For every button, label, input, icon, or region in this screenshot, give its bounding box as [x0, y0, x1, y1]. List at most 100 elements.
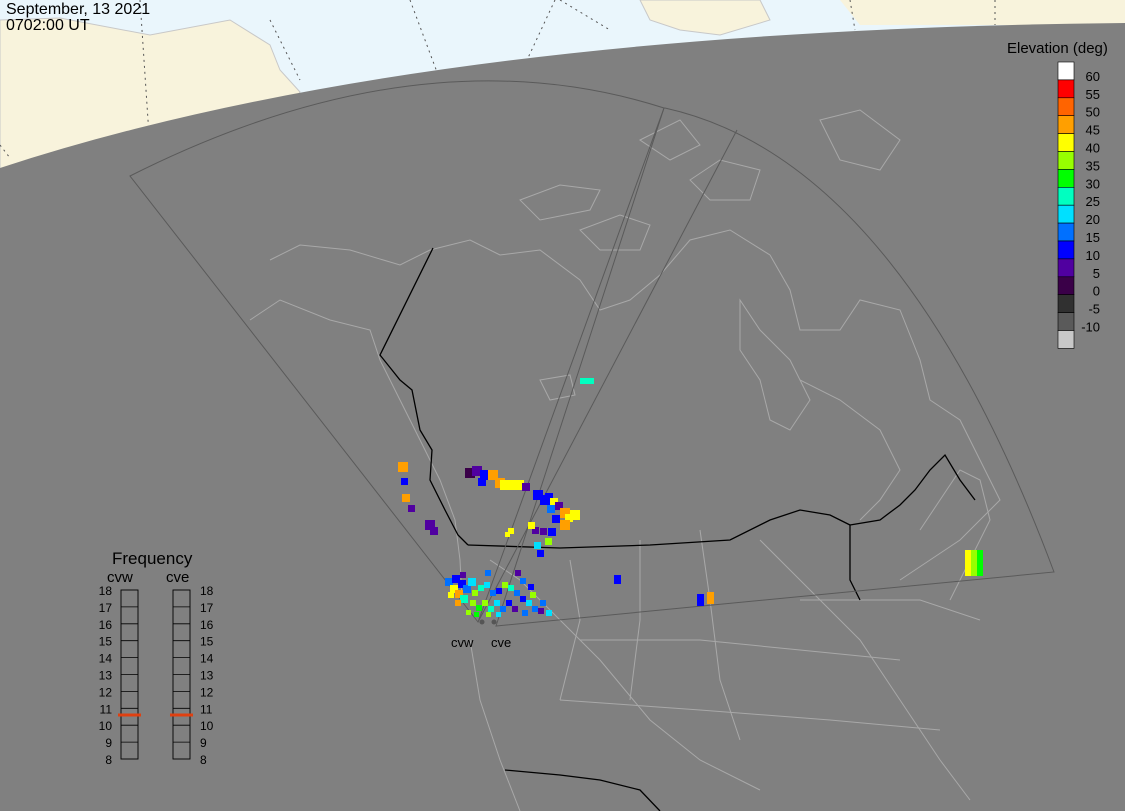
echo-cell [540, 600, 546, 606]
echo-cell [401, 478, 408, 485]
day-land-east [840, 0, 1125, 25]
echo-cell [545, 538, 552, 545]
frequency-tick-right: 16 [200, 618, 214, 632]
echo-cell [484, 582, 490, 588]
frequency-tick-left: 8 [105, 753, 112, 767]
echo-cell [965, 550, 971, 576]
map-figure: 60 55 50 45 40 35 30 25 20 15 10 5 0 -5 -10 18 18 17 17 16… [0, 0, 1125, 811]
colorbar-tick-label: -10 [1081, 320, 1100, 335]
colorbar-swatch [1057, 222, 1075, 242]
echo-cell [528, 584, 534, 590]
echo-cell [508, 585, 514, 591]
frequency-tick-left: 14 [99, 652, 113, 666]
colorbar-swatch [1057, 115, 1075, 134]
echo-cell [430, 527, 438, 535]
echo-cell [514, 590, 520, 596]
echo-cell [486, 612, 491, 617]
colorbar-swatch [1057, 97, 1075, 117]
echo-cell [478, 585, 484, 591]
frequency-tick-right: 9 [200, 736, 207, 750]
colorbar-tick-label: 20 [1086, 212, 1100, 227]
colorbar-swatch [1057, 79, 1075, 99]
echo-cell [470, 600, 476, 606]
colorbar-swatch [1057, 330, 1075, 349]
colorbar-swatch [1057, 258, 1075, 278]
echo-cell [494, 600, 500, 606]
echo-cell [500, 606, 506, 612]
echo-cell [476, 605, 482, 611]
colorbar-swatch [1057, 169, 1075, 188]
echo-cell [505, 532, 510, 537]
frequency-tick-left: 16 [99, 618, 113, 632]
echo-cell [520, 596, 526, 602]
echo-cell [614, 575, 621, 584]
echo-cell [540, 528, 547, 535]
echo-cell [468, 578, 476, 586]
echo-cell [971, 550, 977, 576]
frequency-tick-right: 10 [200, 719, 214, 733]
frequency-tick-right: 18 [200, 584, 214, 598]
site-label-cvw: cvw [451, 635, 474, 650]
echo-cell [488, 606, 494, 612]
frequency-tick-right: 14 [200, 652, 214, 666]
echo-cell [537, 550, 544, 557]
echo-cell [472, 590, 478, 596]
frequency-tick-left: 13 [99, 669, 113, 683]
colorbar-tick-label: 5 [1093, 266, 1100, 281]
echo-cell [530, 592, 536, 598]
echo-cell [552, 515, 560, 523]
echo-cell [448, 592, 454, 598]
echo-cell [463, 585, 471, 593]
frequency-tick-left: 10 [99, 719, 113, 733]
colorbar-swatch [1057, 187, 1075, 206]
frequency-tick-left: 15 [99, 635, 113, 649]
frequency-tick-right: 17 [200, 601, 214, 615]
colorbar-swatch [1057, 240, 1075, 260]
frequency-tick-left: 18 [99, 584, 113, 598]
colorbar-tick-label: 60 [1086, 69, 1100, 84]
echo-cell [528, 522, 535, 529]
echo-cell [522, 483, 530, 491]
echo-cell [697, 594, 704, 606]
echo-cell [512, 606, 518, 612]
colorbar-tick-label: 40 [1086, 141, 1100, 156]
echo-cell [547, 505, 555, 513]
colorbar-top-swatch [1057, 61, 1075, 81]
echo-cell [707, 592, 714, 604]
echo-cell [538, 608, 544, 614]
colorbar-tick-label: 50 [1086, 105, 1100, 120]
echo-cell [478, 478, 486, 486]
colorbar-tick-label: -5 [1088, 302, 1100, 317]
colorbar-tick-label: 35 [1086, 158, 1100, 173]
frequency-tick-left: 12 [99, 685, 113, 699]
colorbar-tick-label: 15 [1086, 230, 1100, 245]
colorbar-tick-label: 0 [1093, 284, 1100, 299]
map-canvas: 605550454035302520151050-5-10 18 1817 1716… [0, 0, 1125, 811]
frequency-tick-left: 9 [105, 736, 112, 750]
echo-cell [408, 505, 415, 512]
frequency-tick-left: 11 [100, 702, 113, 716]
date-label: September, 13 2021 [6, 1, 151, 18]
echo-cell [506, 600, 512, 606]
colorbar-tick-label: 55 [1086, 87, 1100, 102]
colorbar-swatch [1057, 151, 1075, 170]
colorbar-swatch [1057, 204, 1075, 224]
echo-cell [505, 480, 515, 490]
echo-cell [496, 612, 501, 617]
echo-cell [402, 494, 410, 502]
colorbar-tick-label: 25 [1086, 194, 1100, 209]
echo-cell [520, 578, 526, 584]
echo-cell [460, 572, 466, 578]
frequency-tick-right: 13 [200, 669, 214, 683]
echo-cell [482, 600, 488, 606]
echo-cell [496, 588, 502, 594]
echo-cell [398, 462, 408, 472]
time-label: 0702:00 UT [6, 17, 90, 34]
colorbar-tick-label: 30 [1086, 176, 1100, 191]
frequency-tick-right: 12 [200, 685, 214, 699]
colorbar-swatch [1057, 312, 1075, 331]
echo-cell [515, 570, 521, 576]
echo-cell [548, 528, 556, 536]
colorbar-swatch [1057, 133, 1075, 152]
echo-cell [502, 582, 508, 588]
